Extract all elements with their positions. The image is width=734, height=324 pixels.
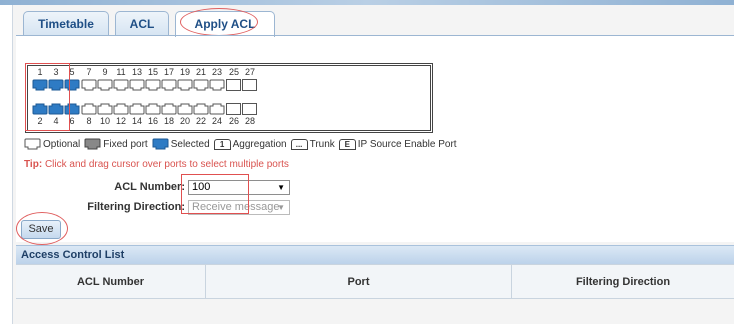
port-number: 21 — [195, 67, 206, 77]
port-number: 19 — [179, 67, 190, 77]
tip-message: Click and drag cursor over ports to sele… — [44, 159, 289, 170]
port-number: 2 — [37, 116, 43, 126]
tip-label: Tip: — [24, 159, 43, 170]
port-number: 22 — [195, 116, 206, 126]
tab-underline — [16, 35, 734, 36]
port-7[interactable] — [81, 79, 97, 91]
legend-fixed-label: Fixed port — [103, 138, 148, 150]
port-12[interactable] — [113, 103, 129, 115]
legend-optional: Optional — [24, 138, 80, 150]
optional-port-icon — [24, 138, 41, 150]
port-number: 27 — [244, 67, 255, 77]
port-13[interactable] — [129, 79, 145, 91]
tip-text: Tip: Click and drag cursor over ports to… — [24, 159, 289, 170]
port-number: 1 — [37, 67, 43, 77]
port-number: 18 — [163, 116, 174, 126]
aggregation-icon: 1 — [213, 138, 231, 150]
port-15[interactable] — [145, 79, 161, 91]
port-11[interactable] — [113, 79, 129, 91]
port-14[interactable] — [129, 103, 145, 115]
port-25[interactable] — [226, 79, 241, 91]
port-number: 16 — [147, 116, 158, 126]
fixed-port-icon — [84, 138, 101, 150]
column-header-port: Port — [206, 265, 512, 299]
column-header-acl-number: ACL Number — [16, 265, 206, 299]
port-number: 28 — [244, 116, 255, 126]
port-3[interactable] — [48, 79, 64, 91]
tab-apply-acl[interactable]: Apply ACL — [175, 11, 275, 37]
port-number: 15 — [147, 67, 158, 77]
port-number: 20 — [179, 116, 190, 126]
column-header-filtering-direction: Filtering Direction — [575, 276, 671, 288]
acl-number-value: 100 — [192, 181, 211, 193]
port-26[interactable] — [226, 103, 241, 115]
port-4[interactable] — [48, 103, 64, 115]
port-20[interactable] — [177, 103, 193, 115]
port-5[interactable] — [64, 79, 80, 91]
port-number: 12 — [115, 116, 126, 126]
legend-trunk: ... Trunk — [290, 138, 335, 150]
table-body-area — [16, 300, 734, 324]
selected-port-icon — [152, 138, 169, 150]
port-number: 3 — [53, 67, 59, 77]
trunk-icon: ... — [290, 138, 308, 150]
save-button[interactable]: Save — [21, 220, 61, 239]
filtering-direction-value: Receive message — [192, 201, 280, 213]
legend-ipsg: E IP Source Enable Port — [338, 138, 457, 150]
port-9[interactable] — [97, 79, 113, 91]
tab-timetable[interactable]: Timetable — [23, 11, 109, 36]
port-legend: Optional Fixed port Selected 1 Aggregati… — [24, 137, 461, 151]
port-16[interactable] — [145, 103, 161, 115]
acl-table: ACL Number Port Filtering Direction — [16, 264, 734, 299]
port-number: 14 — [131, 116, 142, 126]
port-18[interactable] — [161, 103, 177, 115]
filtering-direction-label: Filtering Direction: — [87, 201, 185, 213]
port-number: 4 — [53, 116, 59, 126]
port-number: 7 — [86, 67, 92, 77]
acl-number-label: ACL Number: — [114, 181, 185, 193]
legend-aggregation-label: Aggregation — [232, 138, 287, 150]
port-number: 17 — [163, 67, 174, 77]
port-28[interactable] — [242, 103, 257, 115]
port-10[interactable] — [97, 103, 113, 115]
legend-fixed: Fixed port — [84, 138, 148, 150]
port-number: 6 — [69, 116, 75, 126]
access-control-list-header: Access Control List — [16, 245, 734, 264]
filtering-direction-select[interactable]: Receive message ▼ — [188, 200, 290, 215]
port-21[interactable] — [193, 79, 209, 91]
legend-trunk-label: Trunk — [309, 138, 335, 150]
port-number: 5 — [69, 67, 75, 77]
port-1[interactable] — [32, 79, 48, 91]
legend-selected: Selected — [152, 138, 210, 150]
port-6[interactable] — [64, 103, 80, 115]
port-24[interactable] — [209, 103, 225, 115]
ip-source-icon: E — [338, 138, 356, 150]
port-27[interactable] — [242, 79, 257, 91]
port-23[interactable] — [209, 79, 225, 91]
chevron-down-icon: ▼ — [277, 183, 285, 192]
port-number: 26 — [228, 116, 239, 126]
port-8[interactable] — [81, 103, 97, 115]
port-number: 25 — [228, 67, 239, 77]
acl-number-select[interactable]: 100 ▼ — [188, 180, 290, 195]
legend-ipsg-label: IP Source Enable Port — [357, 138, 457, 150]
legend-aggregation: 1 Aggregation — [213, 138, 287, 150]
port-number: 24 — [211, 116, 222, 126]
legend-selected-label: Selected — [170, 138, 210, 150]
port-number: 13 — [131, 67, 142, 77]
port-number: 8 — [86, 116, 92, 126]
port-22[interactable] — [193, 103, 209, 115]
tab-acl[interactable]: ACL — [115, 11, 169, 36]
port-panel: 1 3 5 7 9 11 13 15 17 19 21 23 25 27 2 4 6 8 10 12 14 16 18 20 2… — [25, 63, 433, 133]
port-number: 10 — [99, 116, 110, 126]
port-19[interactable] — [177, 79, 193, 91]
legend-optional-label: Optional — [43, 138, 81, 150]
port-number: 11 — [116, 67, 126, 77]
chevron-down-icon: ▼ — [277, 203, 285, 212]
port-number: 23 — [211, 67, 222, 77]
port-2[interactable] — [32, 103, 48, 115]
port-number: 9 — [102, 67, 108, 77]
port-17[interactable] — [161, 79, 177, 91]
